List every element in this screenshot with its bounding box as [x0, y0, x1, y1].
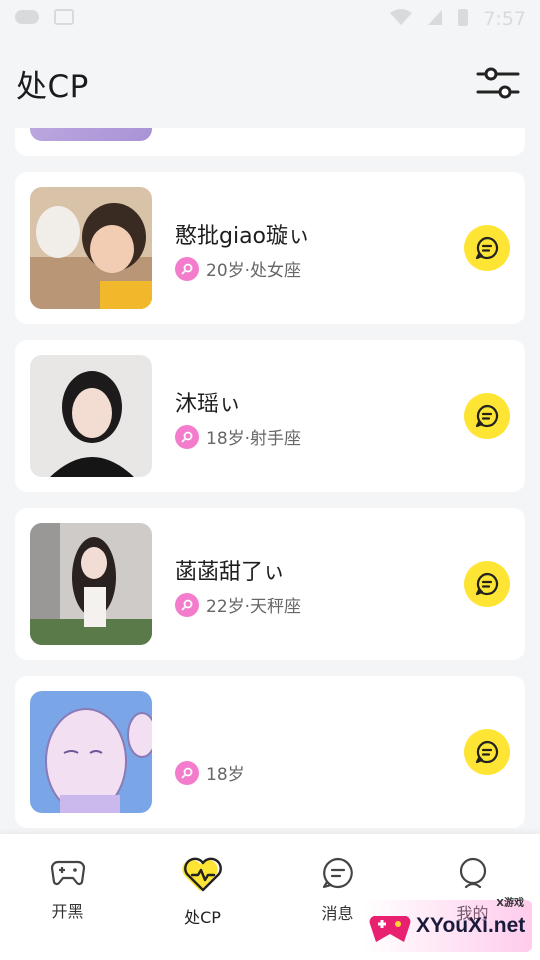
cp-list[interactable]: 憨批giao璇ぃ 20岁·处女座 沐瑶ぃ 18岁·射手座 菡菡甜了ぃ 22岁·天… — [15, 128, 525, 834]
gamepad-logo-icon — [369, 916, 411, 942]
list-item[interactable]: 菡菡甜了ぃ 22岁·天秤座 — [15, 508, 525, 660]
battery-icon — [457, 7, 469, 32]
chat-icon — [475, 404, 499, 428]
female-icon — [175, 424, 199, 449]
tab-label: 处CP — [184, 908, 221, 927]
tab-label: 开黑 — [51, 902, 84, 921]
list-item[interactable]: 沐瑶ぃ 18岁·射手座 — [15, 340, 525, 492]
user-name: 菡菡甜了ぃ — [175, 560, 286, 585]
status-time: 7:57 — [483, 8, 526, 30]
age-constellation: 22岁·天秤座 — [206, 597, 302, 617]
user-name: 憨批giao璇ぃ — [175, 224, 311, 249]
header: 处CP — [0, 38, 540, 128]
chat-icon — [475, 236, 499, 260]
user-meta: 20岁·处女座 — [175, 256, 301, 281]
image-status-icon — [54, 8, 74, 31]
avatar — [30, 691, 152, 813]
user-name: 沐瑶ぃ — [175, 392, 242, 417]
chat-button[interactable] — [464, 393, 510, 439]
message-icon — [322, 857, 353, 889]
tab-kaihei[interactable]: 开黑 — [0, 834, 135, 960]
wifi-icon — [389, 8, 413, 31]
signal-icon — [427, 8, 443, 31]
chat-button[interactable] — [464, 225, 510, 271]
age-constellation: 20岁·处女座 — [206, 261, 302, 281]
chat-icon — [475, 740, 499, 764]
chat-button[interactable] — [464, 561, 510, 607]
watermark-top: X游戏 — [496, 898, 524, 909]
status-bar: 7:57 — [0, 0, 540, 38]
profile-icon — [459, 857, 486, 889]
site-watermark: XYouXi.net X游戏 — [364, 898, 532, 952]
chat-icon — [475, 572, 499, 596]
gamepad-icon — [50, 860, 85, 886]
age-constellation: 18岁 — [206, 765, 245, 785]
sliders-icon — [476, 67, 520, 99]
avatar — [30, 187, 152, 309]
tab-label: 消息 — [321, 904, 354, 923]
filter-button[interactable] — [474, 59, 522, 107]
heartbeat-icon — [181, 857, 222, 892]
female-icon — [175, 592, 199, 617]
user-meta: 18岁 — [175, 760, 245, 785]
user-meta: 22岁·天秤座 — [175, 592, 301, 617]
age-constellation: 18岁·射手座 — [206, 429, 302, 449]
tab-chucp[interactable]: 处CP — [135, 834, 270, 960]
female-icon — [175, 256, 199, 281]
chat-button[interactable] — [464, 729, 510, 775]
avatar — [30, 128, 152, 141]
user-meta: 18岁·射手座 — [175, 424, 301, 449]
avatar — [30, 523, 152, 645]
female-icon — [175, 760, 199, 785]
watermark-text: XYouXi.net — [416, 914, 526, 937]
avatar — [30, 355, 152, 477]
gamepad-status-icon — [14, 8, 40, 31]
list-item[interactable]: 18岁 — [15, 676, 525, 828]
list-item-partial[interactable] — [15, 128, 525, 156]
page-title: 处CP — [16, 68, 89, 105]
list-item[interactable]: 憨批giao璇ぃ 20岁·处女座 — [15, 172, 525, 324]
